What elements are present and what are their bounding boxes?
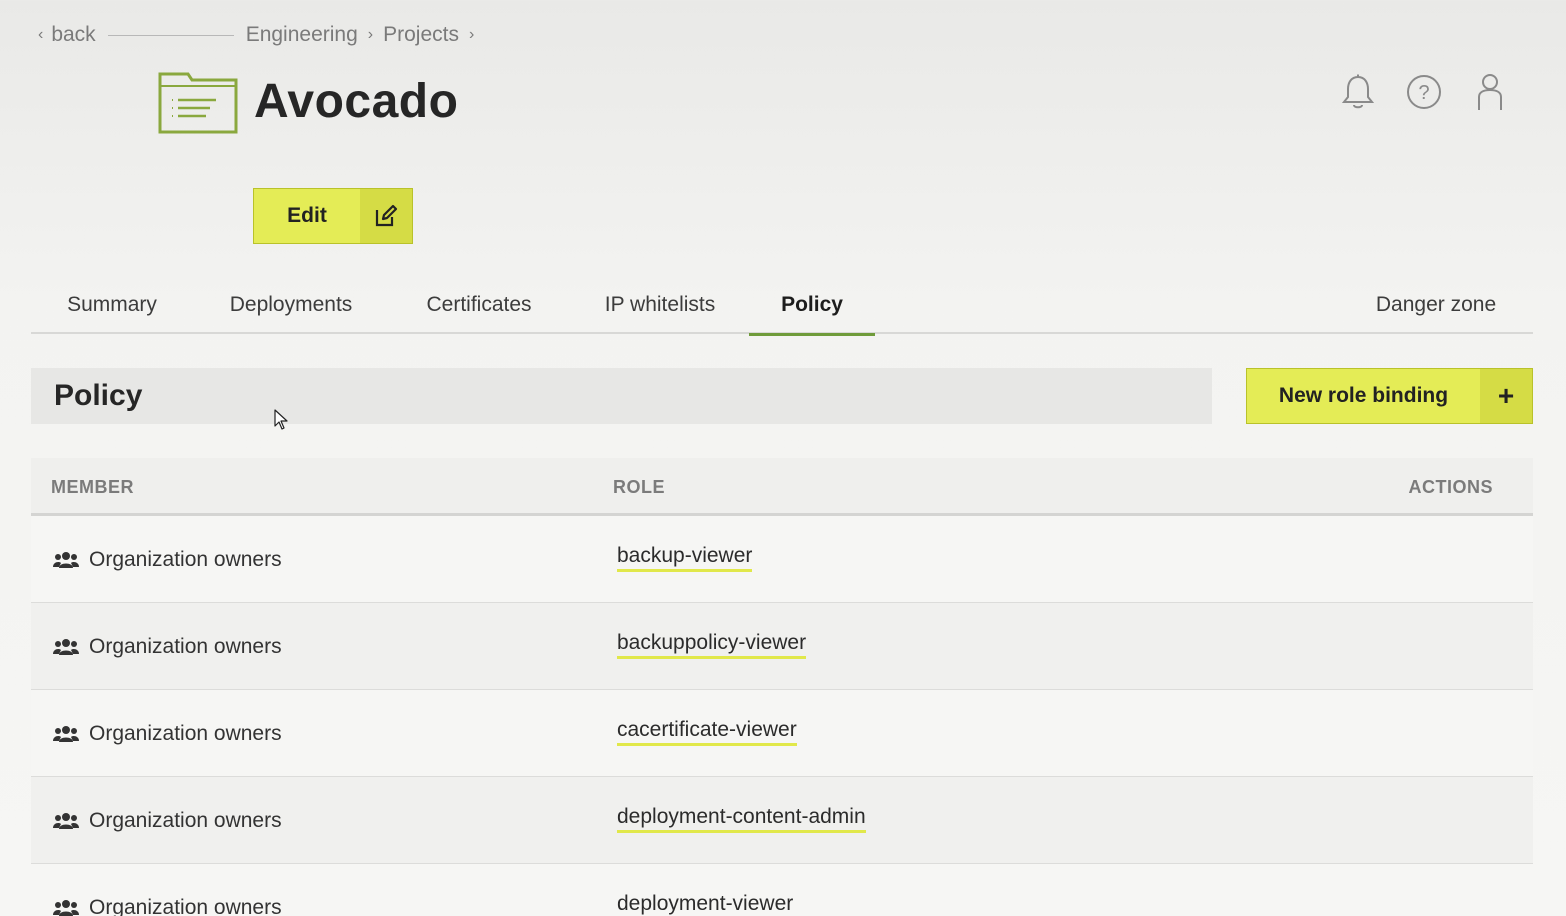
chevron-left-icon: ‹ xyxy=(38,26,44,43)
edit-button[interactable]: Edit xyxy=(253,188,413,244)
breadcrumb: ‹ back Engineering › Projects › xyxy=(38,22,484,48)
users-group-icon xyxy=(53,638,79,655)
svg-text:?: ? xyxy=(1418,82,1429,104)
member-cell: Organization owners xyxy=(53,516,282,603)
users-group-icon xyxy=(53,725,79,742)
role-link[interactable]: deployment-viewer xyxy=(617,892,793,916)
member-name: Organization owners xyxy=(89,721,282,745)
breadcrumb-engineering[interactable]: Engineering xyxy=(246,23,358,47)
edit-button-label: Edit xyxy=(287,204,327,227)
breadcrumb-projects[interactable]: Projects xyxy=(383,23,459,47)
back-label: back xyxy=(51,23,96,46)
new-role-binding-button[interactable]: New role binding + xyxy=(1246,368,1533,424)
role-bindings-table: MEMBER ROLE ACTIONS Organization owners … xyxy=(31,458,1533,916)
edit-icon xyxy=(360,189,412,243)
table-row: Organization owners deployment-viewer xyxy=(31,864,1533,916)
page-title: Avocado xyxy=(254,75,459,128)
new-role-binding-label: New role binding xyxy=(1278,384,1449,407)
member-cell: Organization owners xyxy=(53,864,282,916)
policy-section-header: Policy xyxy=(31,368,1212,424)
user-icon[interactable] xyxy=(1472,72,1508,112)
member-name: Organization owners xyxy=(89,547,282,571)
tab-deployments[interactable]: Deployments xyxy=(209,276,373,334)
plus-icon: + xyxy=(1480,369,1532,423)
section-title: Policy xyxy=(54,379,143,412)
tab-summary[interactable]: Summary xyxy=(31,276,193,334)
table-row: Organization owners backup-viewer xyxy=(31,516,1533,603)
breadcrumb-divider xyxy=(107,34,234,36)
table-header: MEMBER ROLE ACTIONS xyxy=(31,458,1533,516)
table-row: Organization owners cacertificate-viewer xyxy=(31,690,1533,777)
table-row: Organization owners deployment-content-a… xyxy=(31,777,1533,864)
column-header-role: ROLE xyxy=(613,477,666,497)
mouse-cursor-icon xyxy=(274,409,288,430)
help-icon[interactable]: ? xyxy=(1406,72,1442,112)
users-group-icon xyxy=(53,899,79,916)
role-link[interactable]: deployment-content-admin xyxy=(617,805,866,833)
chevron-right-icon: › xyxy=(468,26,475,43)
bell-icon[interactable] xyxy=(1340,72,1376,112)
column-header-member: MEMBER xyxy=(51,477,134,497)
tab-danger-zone[interactable]: Danger zone xyxy=(1361,276,1511,334)
member-cell: Organization owners xyxy=(53,690,282,777)
member-name: Organization owners xyxy=(89,808,282,832)
chevron-right-icon: › xyxy=(367,26,374,43)
member-name: Organization owners xyxy=(89,634,282,658)
top-toolbar: ? xyxy=(1340,72,1508,112)
member-name: Organization owners xyxy=(89,895,282,916)
users-group-icon xyxy=(53,551,79,568)
tab-bar: Summary Deployments Certificates IP whit… xyxy=(31,276,1533,336)
back-link[interactable]: ‹ back xyxy=(38,23,96,47)
users-group-icon xyxy=(53,812,79,829)
member-cell: Organization owners xyxy=(53,777,282,864)
tab-policy[interactable]: Policy xyxy=(749,276,875,336)
tab-ip-whitelists[interactable]: IP whitelists xyxy=(587,276,733,334)
folder-icon xyxy=(158,72,238,134)
tab-certificates[interactable]: Certificates xyxy=(409,276,549,334)
member-cell: Organization owners xyxy=(53,603,282,690)
column-header-actions: ACTIONS xyxy=(1408,477,1493,497)
role-link[interactable]: cacertificate-viewer xyxy=(617,718,797,746)
role-link[interactable]: backup-viewer xyxy=(617,544,753,572)
role-link[interactable]: backuppolicy-viewer xyxy=(617,631,807,659)
table-row: Organization owners backuppolicy-viewer xyxy=(31,603,1533,690)
